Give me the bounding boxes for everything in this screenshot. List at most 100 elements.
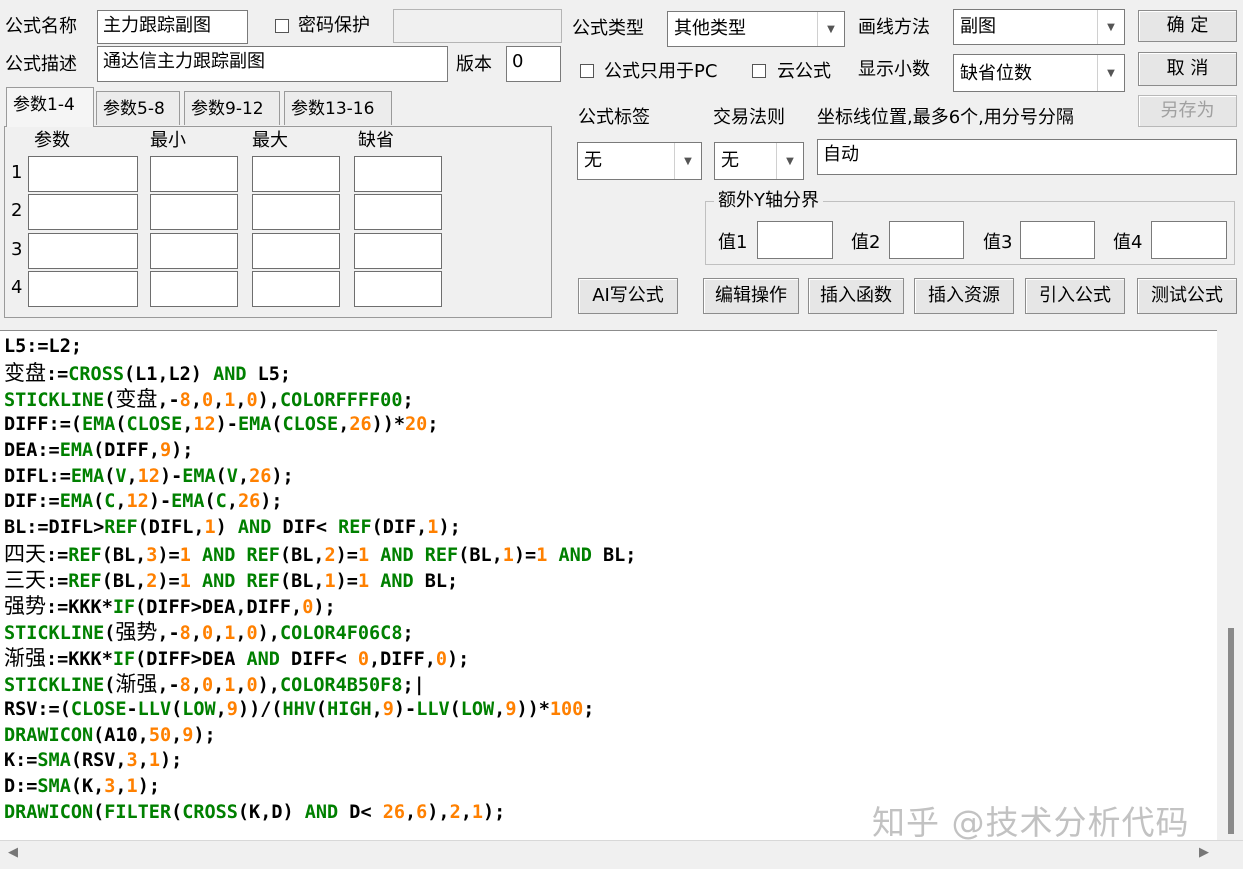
code-token: ,: [126, 465, 138, 487]
code-token: (BL,: [101, 571, 147, 593]
code-token: 26: [349, 413, 372, 435]
y-value-4-input[interactable]: [1151, 221, 1227, 259]
test-formula-button[interactable]: 测试公式: [1137, 278, 1237, 314]
code-line: STICKLINE(变盘,-8,0,1,0),COLORFFFF00;: [4, 386, 414, 414]
code-token: 8: [179, 674, 191, 696]
code-token: ,: [213, 622, 225, 644]
y-value-1-input[interactable]: [757, 221, 833, 259]
code-token: DIFF<: [279, 648, 358, 670]
param-name-input[interactable]: [28, 233, 138, 269]
y-value-3-input[interactable]: [1020, 221, 1095, 259]
cloud-checkbox[interactable]: [752, 64, 766, 78]
watermark: 知乎 @技术分析代码: [872, 803, 1190, 842]
ok-button[interactable]: 确 定: [1138, 10, 1237, 42]
pc-only-checkbox[interactable]: [580, 64, 594, 78]
y-value-2-input[interactable]: [889, 221, 964, 259]
param-min-input[interactable]: [150, 233, 238, 269]
param-max-input[interactable]: [252, 271, 340, 307]
code-token: REF: [338, 517, 372, 539]
code-token: ): [215, 517, 238, 539]
code-token: 1: [179, 545, 191, 567]
code-token: 0: [201, 622, 214, 644]
formula-tag-select[interactable]: 无 ▼: [577, 142, 702, 180]
param-default-input[interactable]: [354, 156, 442, 192]
param-default-input[interactable]: [354, 194, 442, 230]
code-token: ,: [213, 389, 225, 411]
code-token: 强势: [115, 619, 158, 644]
scroll-right-icon[interactable]: ▶: [1199, 845, 1209, 860]
code-token: (: [93, 491, 105, 513]
code-token: );: [137, 776, 160, 798]
password-input[interactable]: [393, 9, 562, 43]
edit-operations-button[interactable]: 编辑操作: [703, 278, 799, 314]
code-token: :=KKK*: [46, 597, 113, 618]
formula-name-input[interactable]: 主力跟踪副图: [97, 10, 248, 44]
code-token: 0: [246, 389, 258, 411]
param-name-input[interactable]: [28, 194, 138, 230]
draw-method-select[interactable]: 副图 ▼: [953, 9, 1125, 45]
param-name-input[interactable]: [28, 271, 138, 307]
param-default-input[interactable]: [354, 271, 442, 307]
formula-type-select[interactable]: 其他类型 ▼: [667, 11, 845, 47]
insert-function-button[interactable]: 插入函数: [808, 278, 904, 314]
code-editor[interactable]: L5:=L2; 变盘:=CROSS(L1,L2) AND L5; STICKLINE…: [0, 330, 1243, 840]
axis-position-input[interactable]: 自动: [817, 139, 1237, 175]
code-token: ,: [371, 698, 383, 720]
code-token: )-: [215, 413, 238, 435]
code-token: );: [260, 491, 283, 513]
tab-params-13-16[interactable]: 参数13-16: [284, 91, 392, 125]
code-token: HIGH: [327, 698, 372, 720]
code-token: DRAWICON: [4, 802, 94, 824]
code-token: 1: [204, 517, 216, 539]
trade-rule-select[interactable]: 无 ▼: [714, 142, 804, 180]
code-token: -: [126, 698, 138, 720]
code-token: :=: [46, 363, 69, 385]
code-token: V: [115, 465, 127, 487]
param-max-input[interactable]: [252, 194, 340, 230]
code-token: 2: [324, 545, 336, 567]
param-name-input[interactable]: [28, 156, 138, 192]
tab-params-1-4[interactable]: 参数1-4: [6, 87, 94, 127]
password-checkbox[interactable]: [275, 19, 289, 33]
code-token: LOW: [460, 698, 495, 720]
formula-desc-input[interactable]: 通达信主力跟踪副图: [97, 46, 448, 82]
y-value-label: 值4: [1113, 232, 1143, 253]
code-token: REF: [246, 545, 280, 567]
code-token: ,: [137, 750, 149, 772]
code-token: CLOSE: [126, 413, 183, 435]
decimals-select[interactable]: 缺省位数 ▼: [953, 54, 1125, 92]
ai-write-formula-button[interactable]: AI写公式: [578, 278, 678, 314]
code-token: RSV:=(: [4, 698, 71, 720]
code-token: AND: [201, 545, 236, 567]
code-token: DIFF:=(: [4, 413, 82, 435]
insert-resource-button[interactable]: 插入资源: [914, 278, 1014, 314]
param-max-input[interactable]: [252, 156, 340, 192]
code-token: DIF<: [271, 517, 339, 539]
tab-params-5-8[interactable]: 参数5-8: [96, 91, 180, 125]
code-token: 8: [179, 389, 191, 411]
horizontal-scrollbar[interactable]: ◀ ▶: [0, 840, 1243, 869]
version-input[interactable]: 0: [506, 46, 561, 82]
code-token: AND: [304, 802, 339, 824]
param-default-input[interactable]: [354, 233, 442, 269]
code-token: ),: [257, 622, 280, 644]
param-max-input[interactable]: [252, 233, 340, 269]
cancel-button[interactable]: 取 消: [1138, 52, 1237, 86]
code-token: );: [483, 802, 506, 824]
code-line: 渐强:=KKK*IF(DIFF>DEA AND DIFF< 0,DIFF,0);: [4, 645, 469, 673]
param-min-input[interactable]: [150, 156, 238, 192]
save-as-button[interactable]: 另存为: [1138, 95, 1237, 127]
code-token: (: [104, 674, 116, 696]
param-min-input[interactable]: [150, 271, 238, 307]
code-token: L5;: [246, 363, 292, 385]
vertical-scrollbar-thumb[interactable]: [1228, 628, 1234, 834]
code-token: AND: [380, 571, 414, 593]
code-token: AND: [380, 545, 414, 567]
code-token: 强势: [4, 594, 46, 618]
code-token: (L1,L2): [123, 363, 214, 385]
scroll-left-icon[interactable]: ◀: [8, 845, 18, 860]
import-formula-button[interactable]: 引入公式: [1025, 278, 1125, 314]
tab-params-9-12[interactable]: 参数9-12: [184, 91, 280, 125]
param-min-input[interactable]: [150, 194, 238, 230]
code-token: DIF:=: [4, 491, 60, 513]
